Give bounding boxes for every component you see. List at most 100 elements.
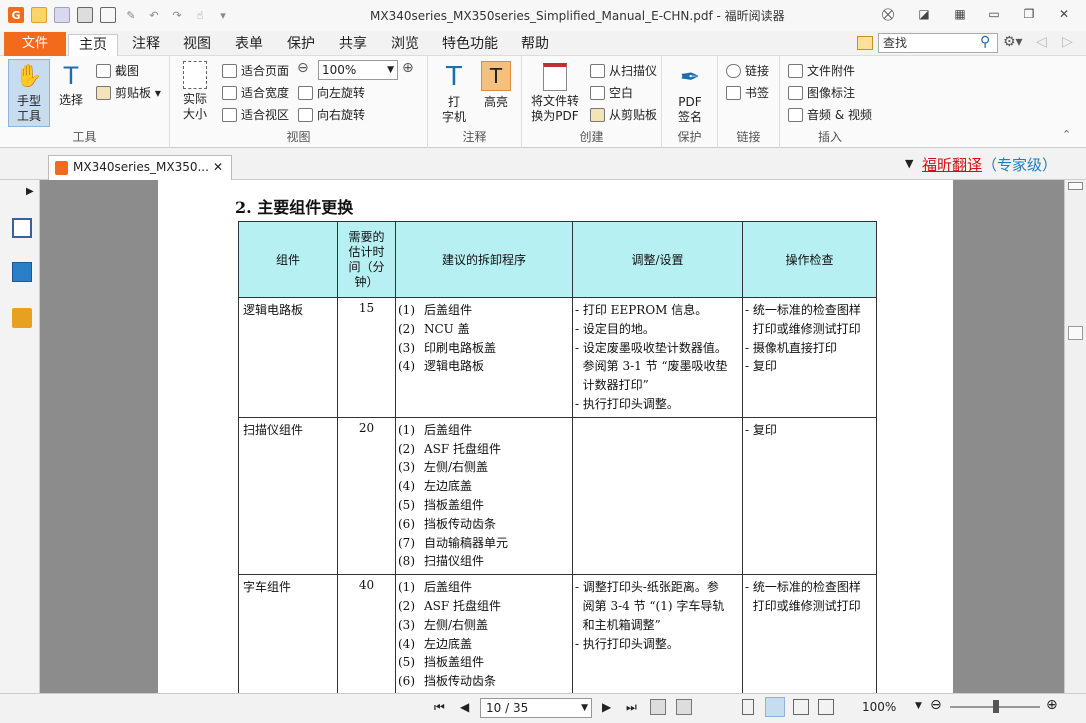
new-icon[interactable]: ✎	[123, 7, 139, 23]
skin-icon[interactable]: ◪	[912, 4, 936, 24]
fit-page-button[interactable]: 适合页面	[222, 62, 289, 79]
comments-panel-icon[interactable]	[12, 308, 32, 328]
continuous-facing-icon[interactable]	[818, 699, 834, 715]
tab-browse[interactable]: 浏览	[391, 34, 419, 56]
scroll-thumb[interactable]	[1068, 326, 1083, 340]
close-button[interactable]: ✕	[1052, 4, 1076, 24]
forward-icon[interactable]: ▷	[1062, 34, 1073, 50]
bookmarks-panel-icon[interactable]	[12, 218, 32, 238]
clipboard-icon	[96, 85, 111, 100]
tab-features[interactable]: 特色功能	[442, 34, 498, 56]
next-page-icon[interactable]: ▶	[602, 700, 611, 714]
vertical-scrollbar[interactable]	[1064, 180, 1086, 693]
apps-icon[interactable]: ▦	[948, 4, 972, 24]
settings-icon[interactable]: ⚙▾	[1003, 34, 1023, 50]
back-icon[interactable]: ◁	[1036, 34, 1047, 50]
highlight-button[interactable]: T 高亮	[478, 59, 514, 129]
status-zoom-in-icon[interactable]: ⊕	[1046, 697, 1058, 713]
undo-icon[interactable]: ↶	[146, 7, 162, 23]
zoom-dropdown-icon[interactable]: ▼	[915, 701, 922, 711]
attachment-icon	[788, 63, 803, 78]
minimize-button[interactable]: ▭	[982, 4, 1006, 24]
actual-size-button[interactable]: 实际 大小	[176, 59, 214, 129]
single-page-icon[interactable]	[742, 699, 754, 715]
step-item: (3) 左侧/右侧盖	[398, 460, 489, 475]
step-item: (4) 左边底盖	[398, 636, 473, 651]
pdf-sign-button[interactable]: ✒ PDF 签名	[668, 59, 712, 129]
fit-width-button[interactable]: 适合宽度	[222, 84, 289, 101]
tab-form[interactable]: 表单	[235, 34, 263, 56]
zoom-out-icon[interactable]: ⊖	[297, 60, 309, 76]
clipboard-button[interactable]: 剪贴板 ▾	[96, 84, 161, 101]
tab-list-icon[interactable]: ▼	[905, 157, 913, 170]
audio-video-button[interactable]: 音频 & 视频	[788, 106, 872, 123]
page-number-input[interactable]: 10 / 35 ▼	[480, 698, 592, 718]
fit-visible-button[interactable]: 适合视区	[222, 106, 289, 123]
link-button[interactable]: 链接	[726, 62, 769, 79]
pages-panel-icon[interactable]	[12, 262, 32, 282]
snapshot-label: 截图	[115, 64, 140, 78]
rotate-left-button[interactable]: 向左旋转	[298, 84, 365, 101]
insert-group: 文件附件 图像标注 音频 & 视频 插入	[780, 56, 880, 148]
translate-link[interactable]: 福昕翻译（专家级）	[922, 154, 1057, 175]
previous-view-icon[interactable]	[650, 699, 666, 715]
protect-group: ✒ PDF 签名 保护	[662, 56, 718, 148]
print-icon[interactable]	[77, 7, 93, 23]
zoom-level[interactable]: 100%	[862, 700, 896, 714]
facing-page-icon[interactable]	[793, 699, 809, 715]
previous-page-icon[interactable]: ◀	[460, 700, 469, 714]
scroll-up-button[interactable]	[1068, 182, 1083, 190]
typewriter-button[interactable]: T 打 字机	[436, 59, 472, 129]
zoom-slider-thumb[interactable]	[993, 700, 999, 713]
cart-icon[interactable]: ⛒	[876, 4, 900, 24]
convert-to-pdf-button[interactable]: 将文件转 换为PDF	[526, 59, 584, 129]
properties-icon[interactable]	[100, 7, 116, 23]
first-page-icon[interactable]: ⏮	[434, 700, 445, 715]
blank-label: 空白	[609, 86, 634, 100]
links-group-label: 链接	[736, 130, 761, 144]
rotate-right-button[interactable]: 向右旋转	[298, 106, 365, 123]
file-menu[interactable]: 文件	[4, 32, 66, 56]
hand-tool-icon[interactable]: ☝	[192, 7, 208, 23]
tab-share[interactable]: 共享	[339, 34, 367, 56]
zoom-select[interactable]: 100% ▼	[318, 60, 398, 80]
document-tab[interactable]: MX340series_MX350... ✕	[48, 155, 232, 180]
tab-help[interactable]: 帮助	[521, 34, 549, 56]
from-scanner-button[interactable]: 从扫描仪	[590, 62, 657, 79]
tab-home[interactable]: 主页	[68, 34, 118, 56]
tab-protect[interactable]: 保护	[287, 34, 315, 56]
header-component: 组件	[238, 221, 338, 298]
open-icon[interactable]	[31, 7, 47, 23]
bookmark-button[interactable]: 书签	[726, 84, 769, 101]
rotate-left-icon	[298, 85, 313, 100]
create-group-label: 创建	[579, 130, 604, 144]
adjust-item: 和主机箱调整”	[575, 617, 661, 632]
close-tab-icon[interactable]: ✕	[213, 156, 223, 179]
from-clipboard-button[interactable]: 从剪贴板	[590, 106, 657, 123]
select-button[interactable]: T 选择	[55, 59, 87, 127]
collapse-ribbon-icon[interactable]: ⌃	[1062, 128, 1071, 141]
search-icon[interactable]: ⚲	[980, 34, 990, 50]
customize-icon[interactable]: ▾	[215, 7, 231, 23]
restore-button[interactable]: ❐	[1017, 4, 1041, 24]
zoom-in-icon[interactable]: ⊕	[402, 60, 414, 76]
blank-button[interactable]: 空白	[590, 84, 633, 101]
tools-group: ✋ 手型 工具 T 选择 截图 剪贴板 ▾ 工具	[0, 56, 170, 148]
bookmark-icon	[726, 85, 741, 100]
tools-group-label: 工具	[72, 130, 97, 144]
redo-icon[interactable]: ↷	[169, 7, 185, 23]
find-folder-icon[interactable]	[857, 36, 873, 50]
next-view-icon[interactable]	[676, 699, 692, 715]
tab-comment[interactable]: 注释	[132, 34, 160, 56]
save-icon[interactable]	[54, 7, 70, 23]
file-attachment-button[interactable]: 文件附件	[788, 62, 855, 79]
image-annotation-button[interactable]: 图像标注	[788, 84, 855, 101]
paste-icon	[590, 107, 605, 122]
continuous-page-icon[interactable]	[765, 697, 785, 717]
tab-view[interactable]: 视图	[183, 34, 211, 56]
last-page-icon[interactable]: ⏭	[626, 700, 637, 715]
hand-tool-button[interactable]: ✋ 手型 工具	[8, 59, 50, 127]
status-zoom-out-icon[interactable]: ⊖	[930, 697, 942, 713]
snapshot-button[interactable]: 截图	[96, 62, 139, 79]
expand-panel-icon[interactable]: ▶	[26, 186, 34, 197]
